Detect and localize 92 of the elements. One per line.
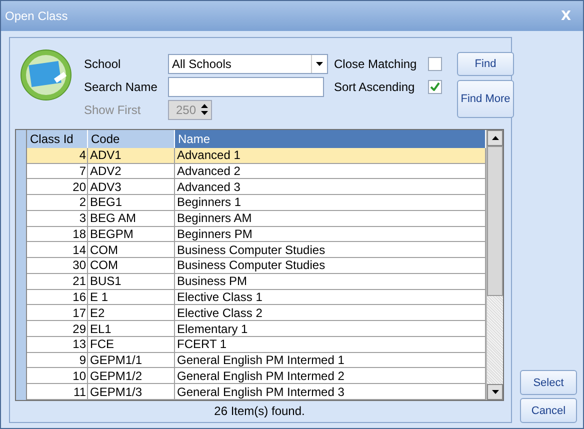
close-matching-label: Close Matching <box>334 56 418 70</box>
table-cell: General English PM Intermed 3 <box>175 384 486 400</box>
table-cell: Elementary 1 <box>175 321 486 337</box>
sort-ascending-checkbox[interactable] <box>428 80 442 94</box>
search-name-label: Search Name <box>84 80 158 94</box>
table-cell: COM <box>88 258 175 274</box>
table-cell: 13 <box>27 336 88 353</box>
table-row[interactable]: 16 E 1 Elective Class 1 <box>16 290 486 306</box>
cancel-button[interactable]: Cancel <box>520 398 577 423</box>
table-row[interactable]: 7 ADV2 Advanced 2 <box>16 164 486 180</box>
table-row[interactable]: 17 E2 Elective Class 2 <box>16 305 486 322</box>
table-cell: GEPM1/3 <box>88 384 175 400</box>
table-cell: General English PM Intermed 1 <box>175 352 486 368</box>
table-cell: Beginners AM <box>175 210 486 227</box>
table-cell: Business PM <box>175 274 486 290</box>
table-row[interactable]: 21 BUS1 Business PM <box>16 274 486 290</box>
table-cell: 4 <box>27 148 88 164</box>
select-button[interactable]: Select <box>520 370 577 395</box>
table-cell: 20 <box>27 179 88 196</box>
table-cell: BUS1 <box>88 274 175 290</box>
table-row[interactable]: 18 BEGPM Beginners PM <box>16 226 486 242</box>
up-arrow-icon <box>201 104 208 108</box>
table-cell: 11 <box>27 384 88 400</box>
find-button[interactable]: Find <box>457 52 514 76</box>
dropdown-arrow-icon <box>316 62 323 66</box>
table-cell: General English PM Intermed 2 <box>175 368 486 384</box>
table-cell: 29 <box>27 321 88 337</box>
table-row[interactable]: 29 EL1 Elementary 1 <box>16 321 486 337</box>
corner-header <box>16 130 27 148</box>
table-cell: GEPM1/1 <box>88 352 175 368</box>
table-row[interactable]: 4 ADV1 Advanced 1 <box>16 148 486 164</box>
table-cell: GEPM1/2 <box>88 368 175 384</box>
table-cell: 16 <box>27 290 88 306</box>
vertical-scrollbar[interactable] <box>486 130 503 400</box>
table-row[interactable]: 3 BEG AM Beginners AM <box>16 210 486 227</box>
table-cell: 21 <box>27 274 88 290</box>
table-row[interactable]: 10 GEPM1/2 General English PM Intermed 2 <box>16 368 486 384</box>
table-row[interactable]: 14 COM Business Computer Studies <box>16 242 486 258</box>
table-cell: 9 <box>27 352 88 368</box>
table-cell: ADV2 <box>88 164 175 180</box>
table-cell: ADV1 <box>88 148 175 164</box>
column-header[interactable]: Class Id <box>27 130 88 148</box>
find-more-button[interactable]: Find More <box>457 80 514 118</box>
table-cell: EL1 <box>88 321 175 337</box>
school-label: School <box>84 56 122 70</box>
row-header[interactable] <box>16 384 27 400</box>
table-cell: Business Computer Studies <box>175 242 486 258</box>
table-cell: 14 <box>27 242 88 258</box>
table-cell: E 1 <box>88 290 175 306</box>
table-cell: Advanced 3 <box>175 179 486 196</box>
table-row[interactable]: 20 ADV3 Advanced 3 <box>16 179 486 196</box>
school-dropdown[interactable]: All Schools <box>168 54 328 74</box>
table-cell: Advanced 1 <box>175 148 486 164</box>
table-cell: Beginners PM <box>175 226 486 242</box>
table-row[interactable]: 30 COM Business Computer Studies <box>16 258 486 274</box>
table-cell: Advanced 2 <box>175 164 486 180</box>
scroll-down-icon <box>492 390 498 394</box>
table-cell: Elective Class 2 <box>175 305 486 322</box>
down-arrow-icon <box>201 111 208 115</box>
table-cell: 30 <box>27 258 88 274</box>
table-cell: 2 <box>27 195 88 211</box>
table-cell: Business Computer Studies <box>175 258 486 274</box>
sort-ascending-label: Sort Ascending <box>334 80 416 94</box>
table-cell: Beginners 1 <box>175 195 486 211</box>
school-value: All Schools <box>171 56 232 70</box>
table-cell: FCERT 1 <box>175 336 486 353</box>
table-row[interactable]: 11 GEPM1/3 General English PM Intermed 3 <box>16 384 486 400</box>
show-first-label: Show First <box>84 102 142 116</box>
status-text: 26 Item(s) found. <box>213 403 306 420</box>
table-cell: 18 <box>27 226 88 242</box>
table-cell: BEG AM <box>88 210 175 227</box>
table-cell: E2 <box>88 305 175 322</box>
table-cell: COM <box>88 242 175 258</box>
table-cell: ADV3 <box>88 179 175 196</box>
scroll-up-icon <box>492 136 498 140</box>
show-first-value: 250 <box>176 102 197 116</box>
search-name-field[interactable] <box>168 76 324 96</box>
table-row[interactable]: 9 GEPM1/1 General English PM Intermed 1 <box>16 352 486 368</box>
table-row[interactable]: 2 BEG1 Beginners 1 <box>16 195 486 211</box>
table-cell: Elective Class 1 <box>175 290 486 306</box>
close-matching-checkbox[interactable] <box>428 56 442 70</box>
table-cell: FCE <box>88 336 175 353</box>
table-cell: 7 <box>27 164 88 180</box>
column-header[interactable]: Code <box>88 130 175 148</box>
table-cell: BEGPM <box>88 226 175 242</box>
column-header[interactable]: Name <box>175 130 486 148</box>
table-cell: 17 <box>27 305 88 322</box>
table-cell: BEG1 <box>88 195 175 211</box>
table-cell: 10 <box>27 368 88 384</box>
table-cell: 3 <box>27 210 88 227</box>
window-title: Open Class <box>5 9 68 23</box>
table-row[interactable]: 13 FCE FCERT 1 <box>16 336 486 353</box>
